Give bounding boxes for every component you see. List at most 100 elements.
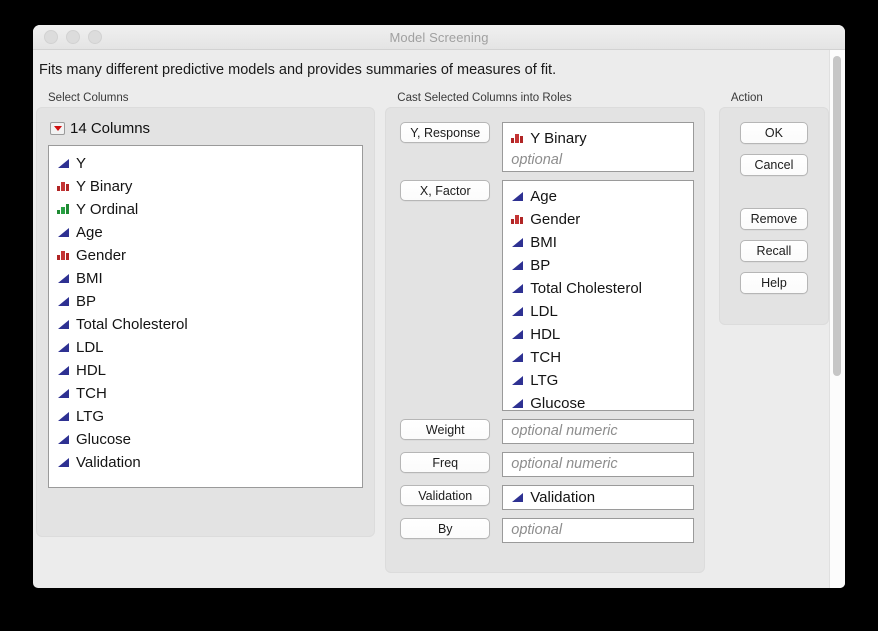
continuous-column-icon — [511, 305, 524, 318]
column-name: Total Cholesterol — [530, 280, 642, 297]
role-assigned-column[interactable]: HDL — [503, 323, 693, 346]
column-name: Y Binary — [76, 178, 132, 195]
role-field-weight[interactable]: optional numeric — [502, 419, 694, 444]
continuous-column-icon — [511, 282, 524, 295]
select-columns-item[interactable]: Glucose — [49, 428, 362, 451]
column-name: LTG — [76, 408, 104, 425]
select-columns-item[interactable]: Total Cholesterol — [49, 313, 362, 336]
select-columns-item[interactable]: Gender — [49, 244, 362, 267]
window-titlebar[interactable]: Model Screening — [33, 25, 845, 50]
role-assigned-column[interactable]: Gender — [503, 208, 693, 231]
column-name: Validation — [530, 489, 595, 506]
role-button-validation[interactable]: Validation — [400, 485, 490, 506]
select-columns-item[interactable]: BMI — [49, 267, 362, 290]
continuous-column-icon — [511, 351, 524, 364]
column-name: HDL — [76, 362, 106, 379]
select-columns-item[interactable]: LTG — [49, 405, 362, 428]
role-assigned-column[interactable]: TCH — [503, 346, 693, 369]
role-field-validation[interactable]: Validation — [502, 485, 694, 510]
select-columns-panel: Select Columns 14 Columns Y Y Binary Y Ord… — [36, 92, 375, 537]
select-columns-list[interactable]: Y Y Binary Y Ordinal Age Gender BMI BP Total Ch… — [48, 145, 363, 488]
select-columns-item[interactable]: Age — [49, 221, 362, 244]
column-name: Y — [76, 155, 86, 172]
continuous-column-icon — [57, 387, 70, 400]
role-button-y-response[interactable]: Y, Response — [400, 122, 490, 143]
select-columns-item[interactable]: BP — [49, 290, 362, 313]
role-button-freq[interactable]: Freq — [400, 452, 490, 473]
nominal-column-icon — [57, 249, 70, 262]
minimize-button[interactable] — [66, 30, 80, 44]
continuous-column-icon — [511, 491, 524, 504]
continuous-column-icon — [511, 236, 524, 249]
role-placeholder: optional numeric — [503, 421, 617, 442]
role-field-freq[interactable]: optional numeric — [502, 452, 694, 477]
model-screening-dialog: Model Screening Fits many different pred… — [33, 25, 845, 588]
continuous-column-icon — [57, 272, 70, 285]
continuous-column-icon — [511, 374, 524, 387]
continuous-column-icon — [57, 157, 70, 170]
column-name: Validation — [76, 454, 141, 471]
dialog-content: Fits many different predictive models an… — [33, 50, 829, 588]
role-assigned-column[interactable]: Validation — [503, 486, 595, 509]
column-name: Y Binary — [530, 130, 586, 147]
select-columns-item[interactable]: Y Binary — [49, 175, 362, 198]
column-name: LTG — [530, 372, 558, 389]
column-name: BP — [530, 257, 550, 274]
continuous-column-icon — [511, 328, 524, 341]
role-assigned-column[interactable]: BP — [503, 254, 693, 277]
vertical-scrollbar-thumb[interactable] — [833, 56, 841, 376]
select-columns-item[interactable]: Validation — [49, 451, 362, 474]
select-columns-item[interactable]: Y Ordinal — [49, 198, 362, 221]
role-assigned-column[interactable]: BMI — [503, 231, 693, 254]
select-columns-item[interactable]: LDL — [49, 336, 362, 359]
column-name: Gender — [530, 211, 580, 228]
role-button-by[interactable]: By — [400, 518, 490, 539]
role-button-x-factor[interactable]: X, Factor — [400, 180, 490, 201]
select-columns-label: Select Columns — [48, 92, 375, 104]
role-assigned-column[interactable]: LTG — [503, 369, 693, 392]
role-assigned-column[interactable]: LDL — [503, 300, 693, 323]
red-triangle-down-icon[interactable] — [50, 122, 65, 135]
ordinal-column-icon — [57, 203, 70, 216]
continuous-column-icon — [57, 341, 70, 354]
select-columns-item[interactable]: Y — [49, 152, 362, 175]
columns-header[interactable]: 14 Columns — [50, 120, 363, 137]
role-field-y-response[interactable]: Y Binaryoptional — [502, 122, 694, 172]
role-row: Y, Response Y Binaryoptional — [400, 122, 694, 172]
role-assigned-column[interactable]: Age — [503, 185, 693, 208]
nominal-column-icon — [511, 213, 524, 226]
column-name: BP — [76, 293, 96, 310]
role-assigned-column[interactable]: Total Cholesterol — [503, 277, 693, 300]
cast-roles-panel: Cast Selected Columns into Roles Y, Resp… — [385, 92, 705, 573]
column-name: Age — [76, 224, 103, 241]
vertical-scrollbar[interactable] — [829, 50, 845, 588]
window-title: Model Screening — [33, 30, 845, 45]
select-columns-item[interactable]: TCH — [49, 382, 362, 405]
traffic-light-group — [44, 30, 102, 44]
role-field-x-factor[interactable]: Age Gender BMI BP Total Cholesterol LDLHDLTCH… — [502, 180, 694, 411]
ok-button[interactable]: OK — [740, 122, 808, 144]
recall-button[interactable]: Recall — [740, 240, 808, 262]
select-columns-item[interactable]: HDL — [49, 359, 362, 382]
role-field-by[interactable]: optional — [502, 518, 694, 543]
column-name: Total Cholesterol — [76, 316, 188, 333]
nominal-column-icon — [57, 180, 70, 193]
cancel-button[interactable]: Cancel — [740, 154, 808, 176]
zoom-button[interactable] — [88, 30, 102, 44]
role-assigned-column[interactable]: Glucose — [503, 392, 693, 415]
close-button[interactable] — [44, 30, 58, 44]
role-button-weight[interactable]: Weight — [400, 419, 490, 440]
dialog-content-wrap: Fits many different predictive models an… — [33, 50, 845, 588]
role-row: X, Factor Age Gender BMI BP Total Cholesterol… — [400, 180, 694, 411]
dialog-description: Fits many different predictive models an… — [36, 60, 579, 81]
help-button[interactable]: Help — [740, 272, 808, 294]
column-name: TCH — [76, 385, 107, 402]
nominal-column-icon — [511, 132, 524, 145]
role-assigned-column[interactable]: Y Binary — [503, 127, 693, 150]
column-name: BMI — [76, 270, 103, 287]
remove-button[interactable]: Remove — [740, 208, 808, 230]
action-panel: Action OKCancelRemoveRecallHelp — [719, 92, 829, 325]
continuous-column-icon — [57, 295, 70, 308]
continuous-column-icon — [511, 397, 524, 410]
role-placeholder: optional — [503, 520, 562, 541]
